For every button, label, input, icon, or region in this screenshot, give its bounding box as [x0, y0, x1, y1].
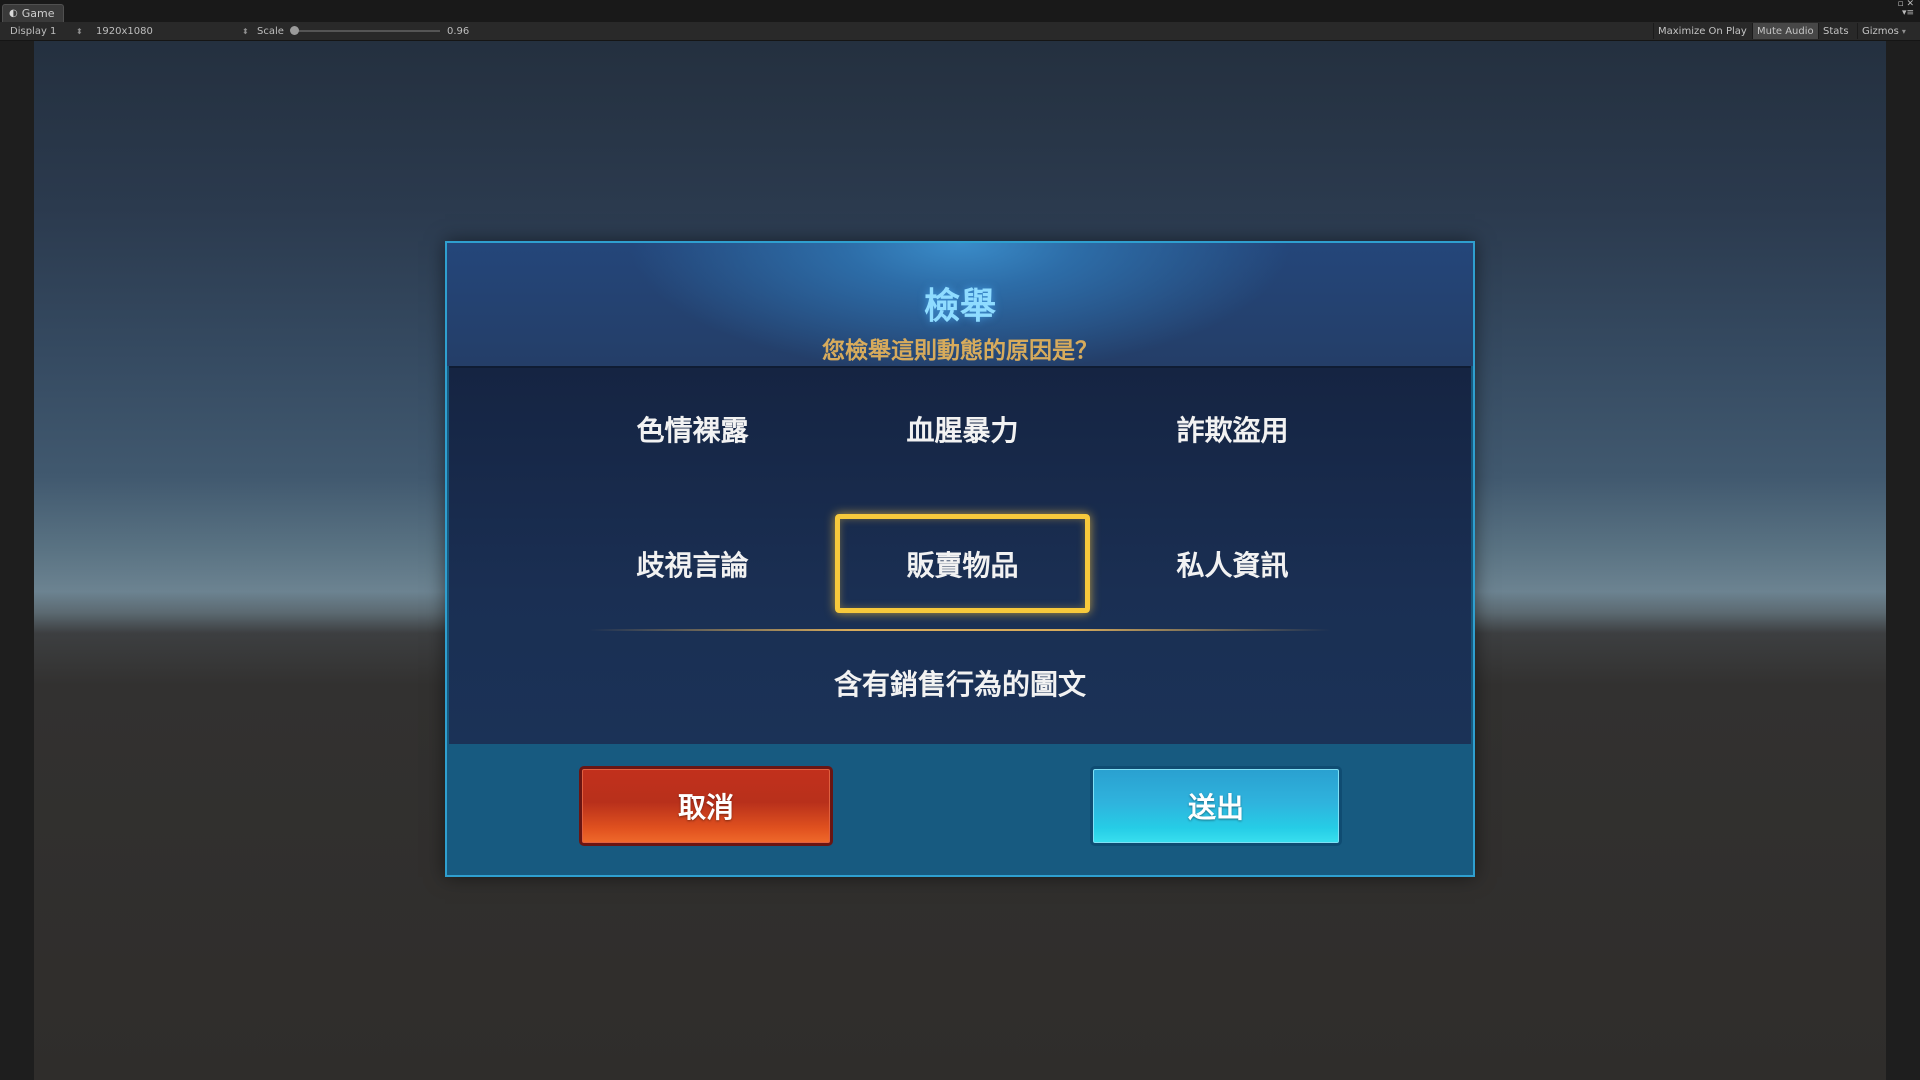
- game-view-toolbar: Display 1 ⬍ 1920x1080 ⬍ Scale 0.96 Maxim…: [0, 22, 1920, 41]
- resolution-select[interactable]: 1920x1080: [96, 22, 153, 40]
- report-dialog: 檢舉 您檢舉這則動態的原因是？ 色情裸露 血腥暴力 詐欺盜用 歧視言論 販賣物品…: [445, 241, 1475, 877]
- dialog-header: 檢舉 您檢舉這則動態的原因是？: [447, 243, 1473, 366]
- scale-label: Scale: [257, 25, 284, 37]
- submit-button[interactable]: 送出: [1090, 766, 1342, 846]
- divider: [589, 629, 1331, 631]
- tab-game[interactable]: ◐ Game: [2, 4, 64, 22]
- resolution-select-arrow-icon[interactable]: ⬍: [242, 22, 249, 40]
- scale-slider-thumb[interactable]: [290, 26, 299, 35]
- game-controller-icon: ◐: [9, 8, 18, 19]
- tab-game-label: Game: [21, 7, 55, 20]
- cancel-button[interactable]: 取消: [579, 766, 833, 846]
- reason-description: 含有銷售行為的圖文: [833, 668, 1086, 701]
- reason-option-selling[interactable]: 販賣物品: [835, 514, 1090, 613]
- panel-menu-icon[interactable]: ▾≡: [1902, 9, 1914, 18]
- dialog-subtitle: 您檢舉這則動態的原因是？: [822, 338, 1098, 364]
- resolution-label: 1920x1080: [96, 25, 153, 37]
- display-select-label: Display 1: [10, 25, 57, 37]
- window-controls: ▫ ✕ ▾≡: [1897, 0, 1914, 18]
- mute-audio-button[interactable]: Mute Audio: [1752, 23, 1818, 39]
- reason-option-discrimination[interactable]: 歧視言論: [565, 514, 820, 613]
- report-reason-panel: 色情裸露 血腥暴力 詐欺盜用 歧視言論 販賣物品 私人資訊 含有銷售行為的圖文: [449, 366, 1471, 744]
- scale-slider-track[interactable]: [292, 30, 440, 32]
- display-select[interactable]: Display 1: [10, 22, 56, 40]
- stats-button[interactable]: Stats: [1818, 23, 1853, 39]
- reason-option-sexual[interactable]: 色情裸露: [565, 379, 820, 478]
- gizmos-button[interactable]: Gizmos ▾: [1857, 23, 1910, 39]
- display-select-arrow-icon[interactable]: ⬍: [76, 22, 83, 40]
- reason-option-fraud[interactable]: 詐欺盜用: [1105, 379, 1360, 478]
- gizmos-dropdown-icon: ▾: [1901, 26, 1906, 36]
- editor-tab-bar: ◐ Game ▫ ✕ ▾≡: [0, 0, 1920, 22]
- maximize-on-play-button[interactable]: Maximize On Play: [1653, 23, 1751, 39]
- dialog-title: 檢舉: [923, 286, 996, 327]
- scale-value: 0.96: [447, 25, 470, 37]
- reason-option-violence[interactable]: 血腥暴力: [835, 379, 1090, 478]
- reason-option-private-info[interactable]: 私人資訊: [1105, 514, 1360, 613]
